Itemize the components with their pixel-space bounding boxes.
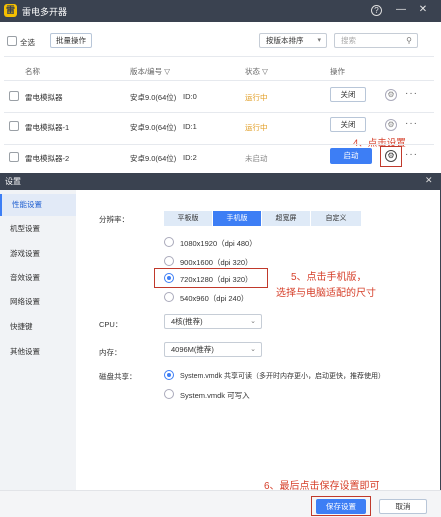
divider [4,144,434,145]
sidebar-item-audio[interactable]: 音效设置 [0,267,76,289]
disk-share-label: 磁盘共享： [99,372,137,381]
close-icon[interactable]: ✕ [425,175,433,186]
divider [4,56,434,57]
help-icon[interactable]: ? [371,5,382,16]
radio-disk-writable[interactable] [164,389,174,399]
sidebar-item-network[interactable]: 网络设置 [0,291,76,313]
row-checkbox[interactable] [9,121,19,131]
sort-select-value: 按版本排序 [266,36,304,45]
chevron-down-icon: ⌄ [250,318,256,325]
start-instance-button[interactable]: 启动 [330,148,372,164]
row-checkbox[interactable] [9,91,19,101]
column-header-version[interactable]: 版本/编号 ▽ [130,66,170,77]
dialog-title: 设置 [5,177,21,186]
tab-phone[interactable]: 手机版 [213,211,261,226]
annotation-step5-line1: 5、点击手机版， [291,272,367,283]
settings-icon[interactable]: ⚙ [385,119,397,131]
sidebar-item-model[interactable]: 机型设置 [0,218,76,240]
settings-sidebar: 性能设置 机型设置 游戏设置 音效设置 网络设置 快捷键 其他设置 [0,190,76,490]
window-title: 雷电多开器 [22,7,68,17]
chevron-down-icon: ⌄ [250,346,256,353]
minimize-button[interactable]: — [394,4,408,18]
instance-version: 安卓9.0(64位) [130,154,177,163]
radio-540x960[interactable] [164,292,174,302]
instance-id: ID:0 [183,92,197,101]
select-all-label: 全选 [20,38,35,47]
cpu-label: CPU： [99,320,123,329]
more-icon[interactable]: ··· [405,149,418,160]
app-logo-icon: 雷 [4,4,17,17]
option-label: 1080x1920（dpi 480） [180,239,257,248]
more-icon[interactable]: ··· [405,88,418,99]
settings-icon[interactable]: ⚙ [385,150,397,162]
cpu-select[interactable]: 4核(推荐) ⌄ [164,314,262,329]
cpu-select-value: 4核(推荐) [171,317,203,326]
chevron-down-icon: ▾ [317,37,321,44]
instance-name: 雷电模拟器-1 [25,123,70,132]
sidebar-item-game[interactable]: 游戏设置 [0,243,76,265]
instance-name: 雷电模拟器 [25,93,63,102]
more-icon[interactable]: ··· [405,118,418,129]
instance-version: 安卓9.0(64位) [130,123,177,132]
search-input[interactable]: 搜索 ⚲ [334,33,418,48]
column-header-status[interactable]: 状态 ▽ [245,66,268,77]
column-header-version-label: 版本/编号 [130,67,163,76]
sidebar-item-shortcuts[interactable]: 快捷键 [0,316,76,338]
column-header-status-label: 状态 [245,67,260,76]
filter-icon[interactable]: ▽ [164,67,170,76]
memory-select[interactable]: 4096M(推荐) ⌄ [164,342,262,357]
divider [4,80,434,81]
column-header-name: 名称 [25,67,40,76]
sidebar-item-other[interactable]: 其他设置 [0,341,76,363]
option-label: System.vmdk 可写入 [180,391,250,400]
search-placeholder: 搜索 [341,36,356,45]
radio-1080x1920[interactable] [164,237,174,247]
search-icon: ⚲ [406,36,412,45]
divider [4,112,434,113]
option-label: 720x1280（dpi 320） [180,275,253,284]
instance-name: 雷电模拟器-2 [25,154,70,163]
instance-version: 安卓9.0(64位) [130,93,177,102]
close-instance-button[interactable]: 关闭 [330,117,366,132]
settings-icon[interactable]: ⚙ [385,89,397,101]
resolution-label: 分辨率： [99,215,129,224]
status-text: 运行中 [245,93,268,102]
tab-custom[interactable]: 自定义 [311,211,361,226]
close-instance-button[interactable]: 关闭 [330,87,366,102]
save-settings-button[interactable]: 保存设置 [316,499,366,514]
status-text: 运行中 [245,123,268,132]
memory-label: 内存： [99,348,122,357]
multi-instance-window: 雷 雷电多开器 ? — ✕ 全选 批量操作 按版本排序 ▾ 搜索 ⚲ 名称 版本… [0,0,441,172]
radio-900x1600[interactable] [164,256,174,266]
option-label: System.vmdk 共享可读（多开时内存更小，启动更快，推荐使用） [180,373,385,380]
option-label: 900x1600（dpi 320） [180,258,253,267]
close-button[interactable]: ✕ [416,4,430,18]
option-label: 540x960（dpi 240） [180,294,249,303]
manager-titlebar: 雷 雷电多开器 ? — ✕ [0,0,441,22]
batch-ops-button[interactable]: 批量操作 [50,33,92,48]
cancel-button[interactable]: 取消 [379,499,427,514]
column-header-ops: 操作 [330,67,345,76]
row-checkbox[interactable] [9,152,19,162]
filter-icon[interactable]: ▽ [262,67,268,76]
settings-dialog-titlebar: 设置 ✕ [0,173,441,190]
tab-ultrawide[interactable]: 超宽屏 [262,211,310,226]
radio-disk-readonly[interactable] [164,370,174,380]
memory-select-value: 4096M(推荐) [171,345,214,354]
radio-720x1280[interactable] [164,273,174,283]
sort-select[interactable]: 按版本排序 ▾ [259,33,327,48]
tab-tablet[interactable]: 平板版 [164,211,212,226]
dialog-footer [0,490,441,517]
select-all-checkbox[interactable] [7,36,17,46]
status-text: 未启动 [245,154,268,163]
instance-id: ID:1 [183,122,197,131]
instance-id: ID:2 [183,153,197,162]
annotation-step5-line2: 选择与电脑适配的尺寸 [276,288,376,299]
sidebar-item-performance[interactable]: 性能设置 [0,194,76,216]
